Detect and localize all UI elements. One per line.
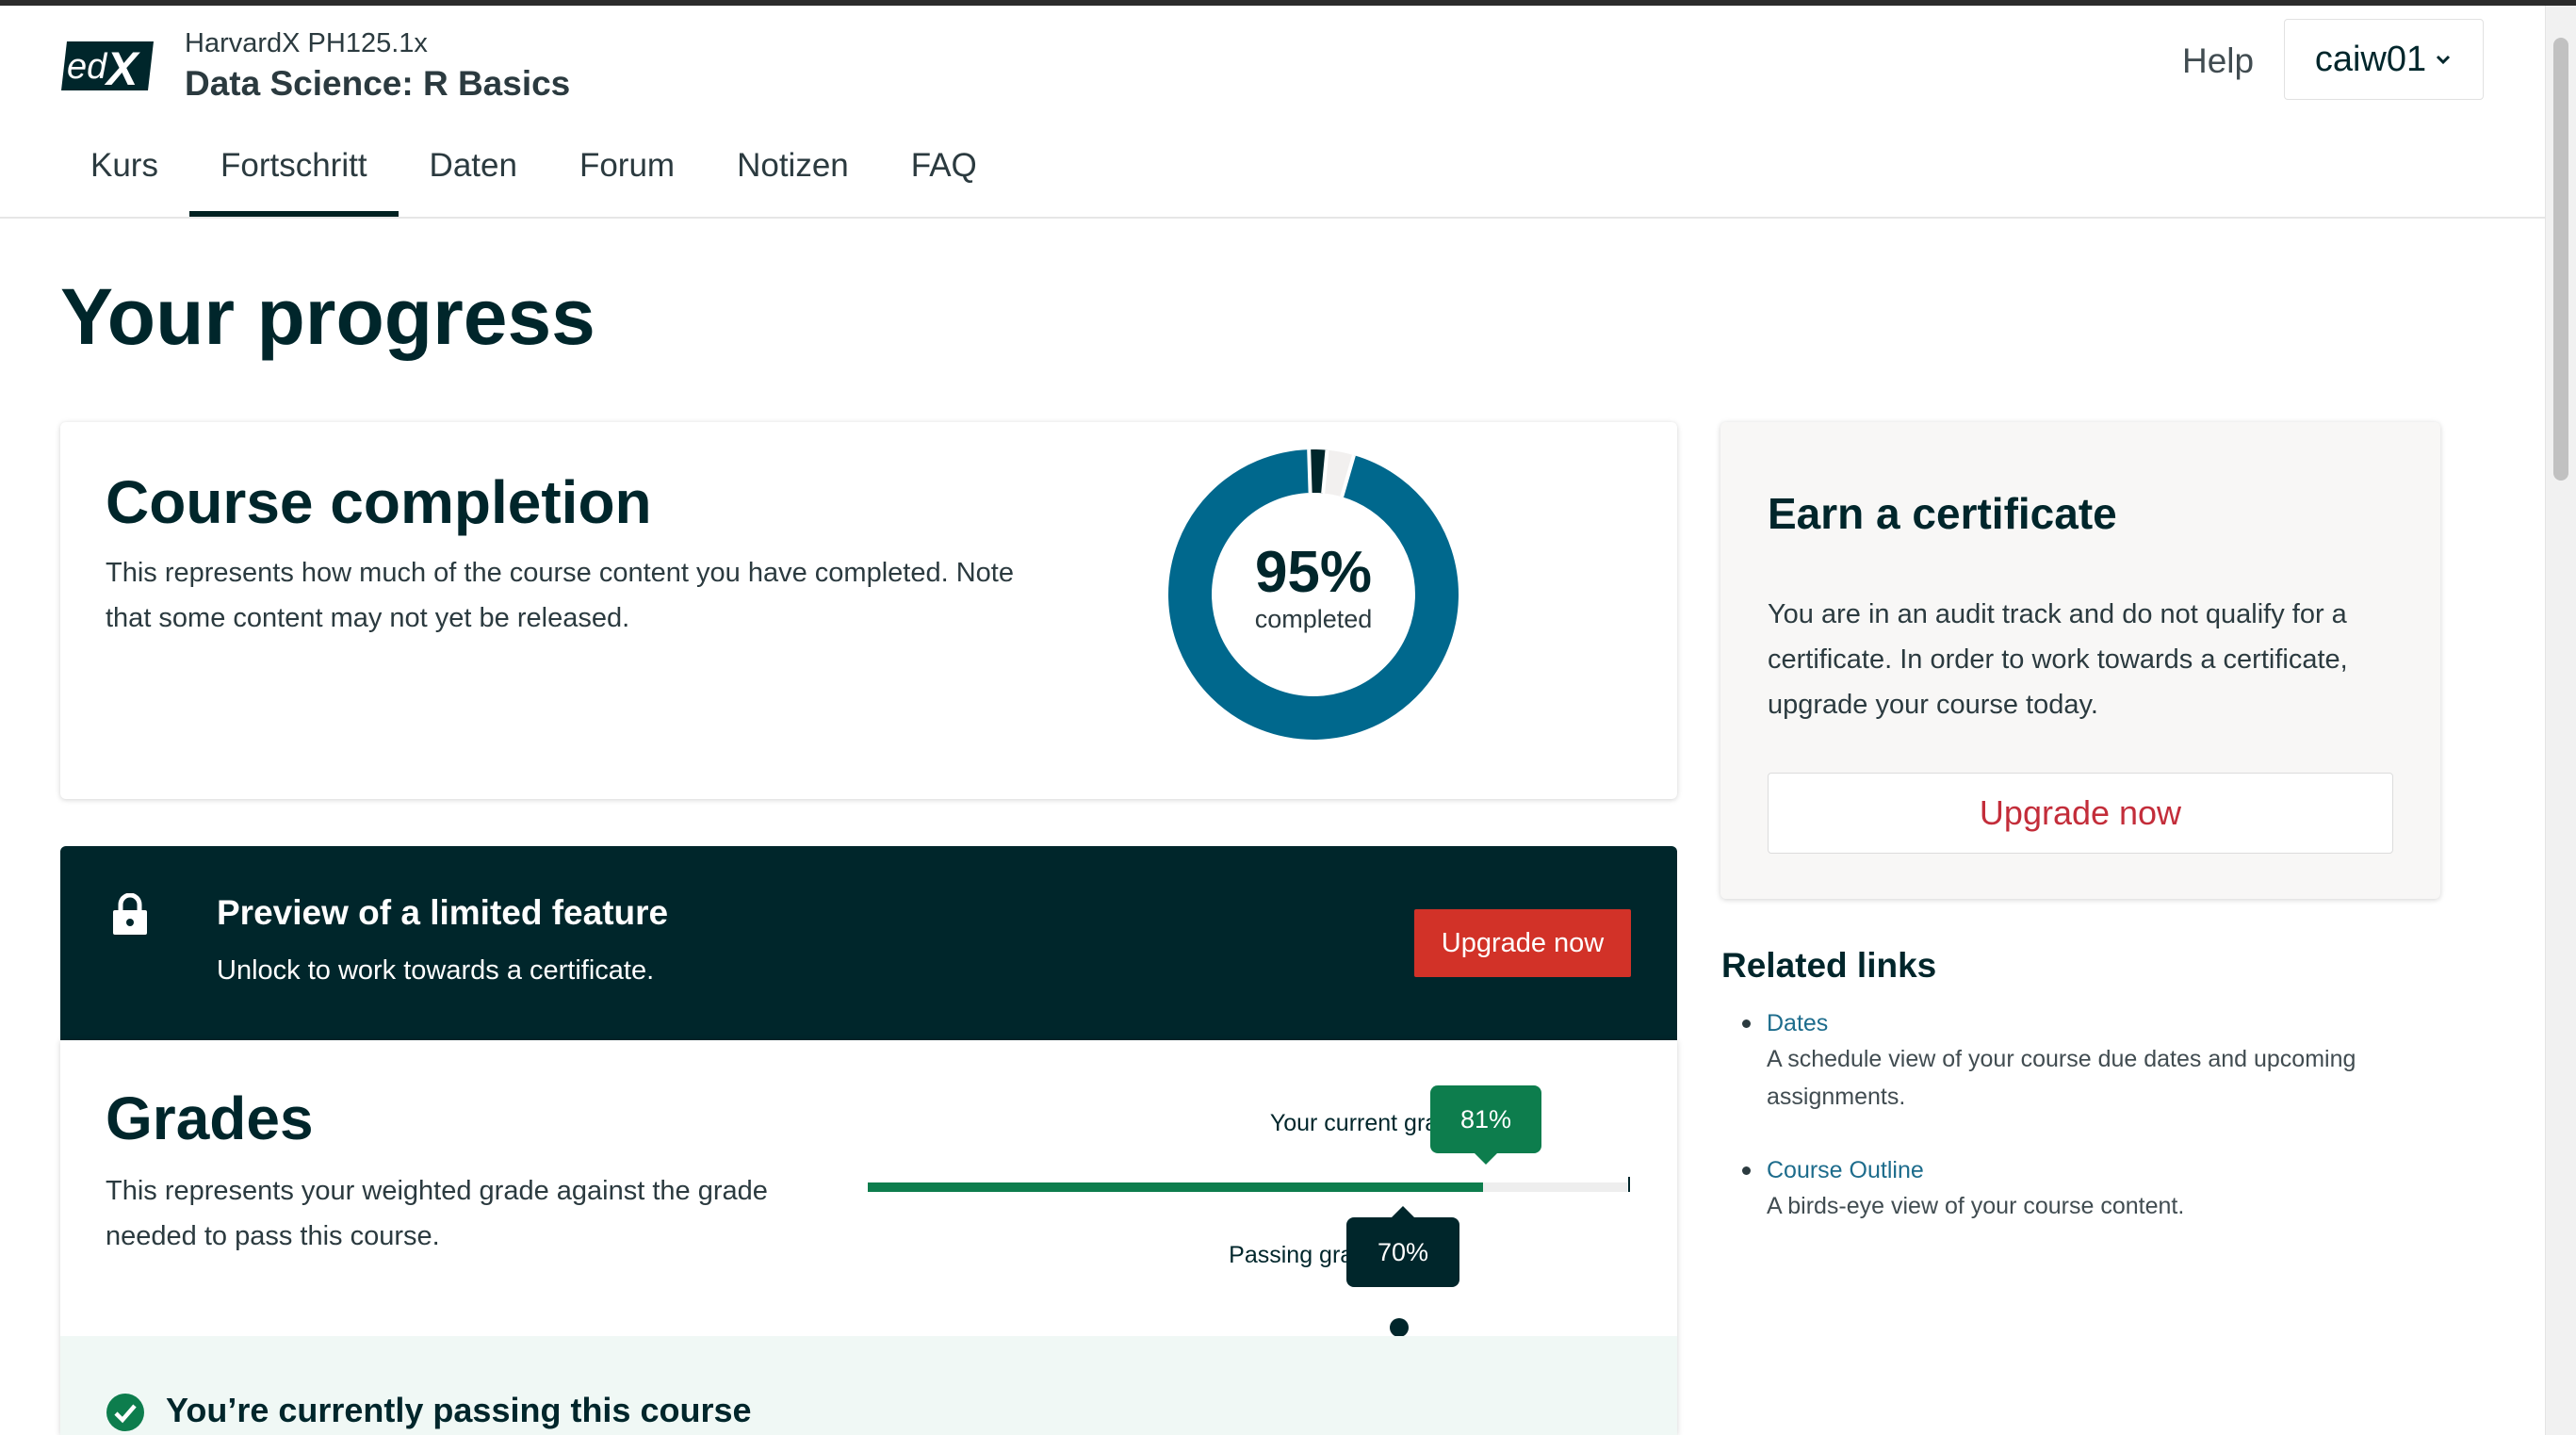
related-links-title: Related links: [1721, 946, 1937, 985]
course-outline-link[interactable]: Course Outline: [1767, 1153, 2437, 1187]
related-links-list: Dates A schedule view of your course due…: [1721, 1006, 2437, 1263]
tab-forum[interactable]: Forum: [548, 141, 706, 217]
earn-certificate-card: Earn a certificate You are in an audit t…: [1720, 422, 2440, 899]
svg-text:ed: ed: [67, 47, 108, 87]
preview-description: Unlock to work towards a certificate.: [217, 955, 655, 986]
course-tabs: Kurs Fortschritt Daten Forum Notizen FAQ: [59, 141, 1008, 217]
passing-grade-marker: [1390, 1318, 1410, 1337]
browser-top-border: [0, 0, 2576, 6]
limited-feature-banner: Preview of a limited feature Unlock to w…: [60, 846, 1677, 1040]
grades-description: This represents your weighted grade agai…: [106, 1176, 768, 1251]
bullet: [1742, 1166, 1751, 1175]
completion-label: completed: [1254, 605, 1373, 633]
grades-title: Grades: [106, 1084, 314, 1152]
tab-kurs[interactable]: Kurs: [59, 141, 189, 217]
course-completion-card: Course completion This represents how mu…: [60, 422, 1677, 799]
course-title: Data Science: R Basics: [185, 64, 571, 103]
grade-bar-track: [868, 1182, 1627, 1337]
dates-link-description: A schedule view of your course due dates…: [1767, 1046, 2356, 1110]
help-link[interactable]: Help: [2182, 41, 2254, 81]
completion-title: Course completion: [106, 468, 652, 536]
donut-separator: [1307, 449, 1312, 494]
header-divider: [0, 217, 2546, 219]
grade-bar-fill: [868, 1182, 1483, 1192]
tab-notizen[interactable]: Notizen: [706, 141, 880, 217]
passing-status-text: You’re currently passing this course: [166, 1391, 752, 1429]
check-circle-icon: [106, 1394, 144, 1431]
tab-faq[interactable]: FAQ: [880, 141, 1008, 217]
preview-title: Preview of a limited feature: [217, 893, 669, 932]
completion-percent: 95%: [1254, 540, 1373, 605]
current-grade-label: Your current grade: [1269, 1110, 1464, 1136]
preview-upgrade-button[interactable]: Upgrade now: [1414, 909, 1631, 977]
tab-fortschritt[interactable]: Fortschritt: [188, 141, 399, 217]
svg-text:X: X: [104, 42, 140, 94]
scrollbar-thumb[interactable]: [2553, 38, 2568, 481]
course-outline-link-description: A birds-eye view of your course content.: [1767, 1193, 2185, 1219]
grades-card: Grades This represents your weighted gra…: [60, 1040, 1677, 1435]
chevron-down-icon: [2437, 55, 2451, 65]
tab-daten[interactable]: Daten: [399, 141, 548, 217]
passing-grade-label: Passing grade: [1229, 1242, 1379, 1268]
user-menu-button[interactable]: caiw01: [2284, 19, 2484, 100]
certificate-title: Earn a certificate: [1768, 489, 2117, 538]
course-org: HarvardX PH125.1x: [185, 28, 428, 58]
bullet: [1742, 1019, 1751, 1028]
certificate-description: You are in an audit track and do not qua…: [1768, 599, 2348, 720]
page-scrollbar[interactable]: [2545, 6, 2576, 1435]
upgrade-now-button[interactable]: Upgrade now: [1768, 773, 2393, 854]
list-item: Dates A schedule view of your course due…: [1721, 1006, 2437, 1116]
page-title: Your progress: [60, 272, 595, 361]
completion-description: This represents how much of the course c…: [106, 558, 1014, 633]
username: caiw01: [2314, 39, 2427, 79]
passing-grade-tooltip: 70%: [1346, 1206, 1459, 1287]
dates-link[interactable]: Dates: [1767, 1006, 2437, 1040]
lock-icon: [113, 893, 147, 935]
passing-status-banner: You’re currently passing this course: [60, 1336, 1677, 1435]
current-grade-tooltip: 81%: [1430, 1085, 1541, 1165]
edx-logo[interactable]: ed X: [59, 38, 155, 94]
list-item: Course Outline A birds-eye view of your …: [1721, 1153, 2437, 1225]
grade-bar-end-tick: [1628, 1177, 1630, 1192]
